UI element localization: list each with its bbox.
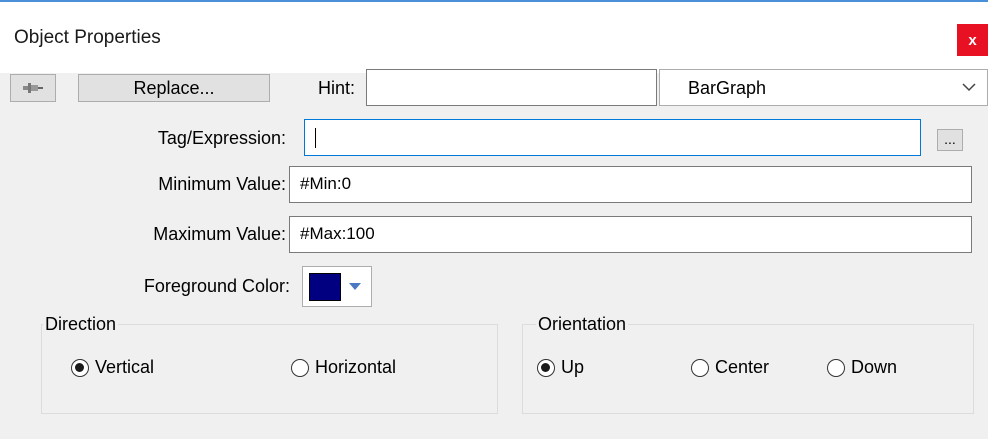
pin-button[interactable] <box>10 74 56 102</box>
orientation-up-label: Up <box>561 357 585 377</box>
dropdown-arrow-icon <box>349 283 361 290</box>
browse-tag-button[interactable]: ... <box>937 129 963 151</box>
text-cursor <box>315 127 316 148</box>
browse-tag-label: ... <box>944 131 956 147</box>
close-icon: x <box>968 31 977 49</box>
orientation-up-radio[interactable]: Up <box>537 357 584 378</box>
hint-label: Hint: <box>318 78 356 98</box>
direction-horizontal-radio[interactable]: Horizontal <box>291 357 396 378</box>
replace-button[interactable]: Replace... <box>78 74 270 102</box>
orientation-legend: Orientation <box>536 314 629 335</box>
replace-button-label: Replace... <box>133 77 215 98</box>
window-title: Object Properties <box>14 27 161 48</box>
direction-vertical-label: Vertical <box>95 357 155 377</box>
foreground-color-picker[interactable] <box>302 266 372 307</box>
pushpin-icon <box>23 83 43 93</box>
orientation-down-radio[interactable]: Down <box>827 357 897 378</box>
radio-unchecked-icon <box>291 358 309 377</box>
radio-unchecked-icon <box>691 358 709 377</box>
direction-horizontal-label: Horizontal <box>315 357 397 377</box>
maximum-value-label: Maximum Value: <box>153 224 286 244</box>
object-type-value: BarGraph <box>688 78 767 98</box>
direction-legend: Direction <box>43 314 119 335</box>
color-swatch <box>309 273 341 301</box>
close-button[interactable]: x <box>957 24 988 56</box>
minimum-value-input[interactable]: #Min:0 <box>289 166 972 203</box>
direction-vertical-radio[interactable]: Vertical <box>71 357 154 378</box>
foreground-color-label: Foreground Color: <box>143 276 290 296</box>
object-type-select[interactable]: BarGraph <box>659 69 988 106</box>
orientation-center-radio[interactable]: Center <box>691 357 769 378</box>
maximum-value-input[interactable]: #Max:100 <box>289 216 972 253</box>
radio-checked-icon <box>537 358 555 377</box>
radio-checked-icon <box>71 358 89 377</box>
orientation-down-label: Down <box>851 357 898 377</box>
tag-expression-label: Tag/Expression: <box>157 128 286 148</box>
hint-input[interactable] <box>366 69 657 106</box>
orientation-center-label: Center <box>715 357 770 377</box>
tag-expression-input[interactable] <box>304 119 921 156</box>
chevron-down-icon <box>962 83 976 92</box>
minimum-value-label: Minimum Value: <box>158 174 286 194</box>
radio-unchecked-icon <box>827 358 845 377</box>
